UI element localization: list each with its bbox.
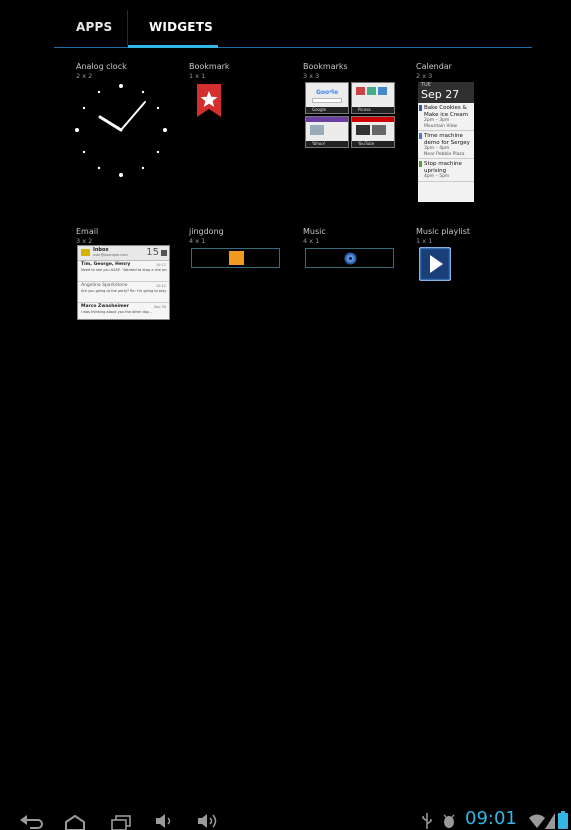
email-preview: Inbox user@example.com 15 Tim, George, H…	[77, 245, 170, 320]
widget-name: jingdong	[189, 227, 224, 236]
hour-hand	[98, 115, 123, 132]
status-clock: 09:01	[465, 808, 517, 829]
google-logo-icon: Gooᵍle	[316, 89, 339, 96]
tab-selected-indicator	[128, 45, 218, 48]
usb-icon	[422, 813, 432, 829]
widget-size: 4 x 1	[303, 237, 320, 245]
volume-down-icon[interactable]	[155, 814, 173, 828]
tab-apps[interactable]: APPS	[76, 20, 112, 34]
bookmark-star-icon	[197, 84, 221, 117]
widget-size: 3 x 2	[76, 237, 93, 245]
widget-size: 2 x 2	[76, 72, 93, 80]
email-time: Sep 30	[153, 305, 166, 309]
calendar-preview: TUE Sep 27 Bake Cookies & Make ice Cream…	[418, 82, 474, 202]
event-place: Mountain View	[424, 123, 458, 129]
email-message: Angelina Sparkstone 10:12 Are you going …	[78, 282, 169, 303]
wifi-icon	[529, 814, 545, 828]
tab-divider	[127, 10, 128, 46]
widget-size: 2 x 3	[416, 72, 433, 80]
widget-name: Analog clock	[76, 62, 127, 71]
recent-apps-icon[interactable]	[110, 814, 132, 830]
photo-icon	[378, 87, 387, 95]
event-title: Bake Cookies & Make ice Cream	[424, 105, 469, 118]
envelope-icon	[81, 249, 90, 256]
home-icon[interactable]	[64, 814, 86, 830]
video-thumbnail-icon	[356, 125, 370, 135]
compose-icon	[161, 250, 167, 256]
calendar-event: Stop machine uprising 4pm – 5pm	[418, 160, 474, 182]
widget-name: Email	[76, 227, 99, 236]
event-time: 4pm – 5pm	[424, 174, 450, 179]
battery-icon	[558, 811, 568, 829]
bookmark-thumbnail: Yahoo!	[305, 116, 349, 148]
event-color-bar	[419, 105, 422, 111]
widget-size: 3 x 3	[303, 72, 320, 80]
calendar-header: TUE Sep 27	[418, 82, 474, 103]
event-color-bar	[419, 161, 422, 167]
widget-name: Music playlist	[416, 227, 470, 236]
bookmark-thumbnail: YouTube	[351, 116, 395, 148]
email-time: 10:12	[155, 284, 166, 288]
bookmark-label: Picasa	[352, 107, 394, 113]
header-stripe-icon	[306, 117, 348, 122]
email-header: Inbox user@example.com 15	[78, 246, 169, 261]
video-thumbnail-icon	[372, 125, 386, 135]
thumbnail-image-icon	[310, 125, 324, 135]
signal-icon	[545, 813, 555, 829]
calendar-event: Bake Cookies & Make ice Cream 2pm – 3pm …	[418, 104, 474, 131]
tab-bar: APPS WIDGETS	[0, 0, 571, 50]
email-account: user@example.com	[93, 253, 128, 257]
jingdong-app-icon	[229, 251, 244, 265]
email-unread-count: 15	[146, 247, 159, 258]
event-title: Stop machine uprising	[424, 161, 462, 174]
event-color-bar	[419, 133, 422, 139]
widget-name: Bookmark	[189, 62, 230, 71]
widget-name: Bookmarks	[303, 62, 348, 71]
back-icon[interactable]	[20, 814, 44, 830]
widget-size: 1 x 1	[416, 237, 433, 245]
music-disc-icon	[344, 252, 357, 265]
music-preview	[305, 248, 394, 268]
tab-widgets[interactable]: WIDGETS	[149, 20, 213, 34]
header-stripe-icon	[352, 117, 394, 122]
tab-underline	[54, 47, 532, 48]
calendar-date: Sep 27	[421, 88, 460, 101]
bookmark-label: Google	[306, 107, 348, 113]
email-snippet: Need to see you ASAP · Wanted to drop a …	[81, 268, 167, 272]
widget-name: Music	[303, 227, 326, 236]
calendar-event: Time machine demo for Sergey 3pm – 4pm N…	[418, 132, 474, 159]
minute-hand	[120, 101, 146, 131]
photo-icon	[356, 87, 365, 95]
email-message: Tim, George, Henry 10:12 Need to see you…	[78, 261, 169, 282]
event-title: Time machine demo for Sergey	[424, 133, 470, 146]
email-snippet: I was thinking about you the other day..…	[81, 310, 152, 314]
bookmarks-grid: Gooᵍle Google Picasa Yahoo! YouTube	[305, 82, 395, 149]
widget-size: 4 x 1	[189, 237, 206, 245]
search-box-icon	[312, 98, 342, 103]
widget-size: 1 x 1	[189, 72, 206, 80]
analog-clock-face	[75, 84, 167, 177]
system-bar: 09:01	[0, 400, 571, 830]
email-message: Marco Zwasheimer Sep 30 I was thinking a…	[78, 303, 169, 319]
email-time: 10:12	[155, 263, 166, 267]
widget-name: Calendar	[416, 62, 452, 71]
bookmark-thumbnail: Gooᵍle Google	[305, 82, 349, 114]
bookmark-label: Yahoo!	[306, 141, 348, 147]
usb-debugging-icon	[443, 814, 455, 828]
volume-up-icon[interactable]	[197, 813, 219, 829]
email-snippet: Are you going to the party? Re: I'm goin…	[81, 289, 167, 293]
event-place: Near Pebble Plaza	[424, 151, 465, 157]
bookmark-label: YouTube	[352, 141, 394, 147]
bookmark-thumbnail: Picasa	[351, 82, 395, 114]
play-icon	[419, 247, 451, 281]
photo-icon	[367, 87, 376, 95]
jingdong-preview	[191, 248, 280, 268]
